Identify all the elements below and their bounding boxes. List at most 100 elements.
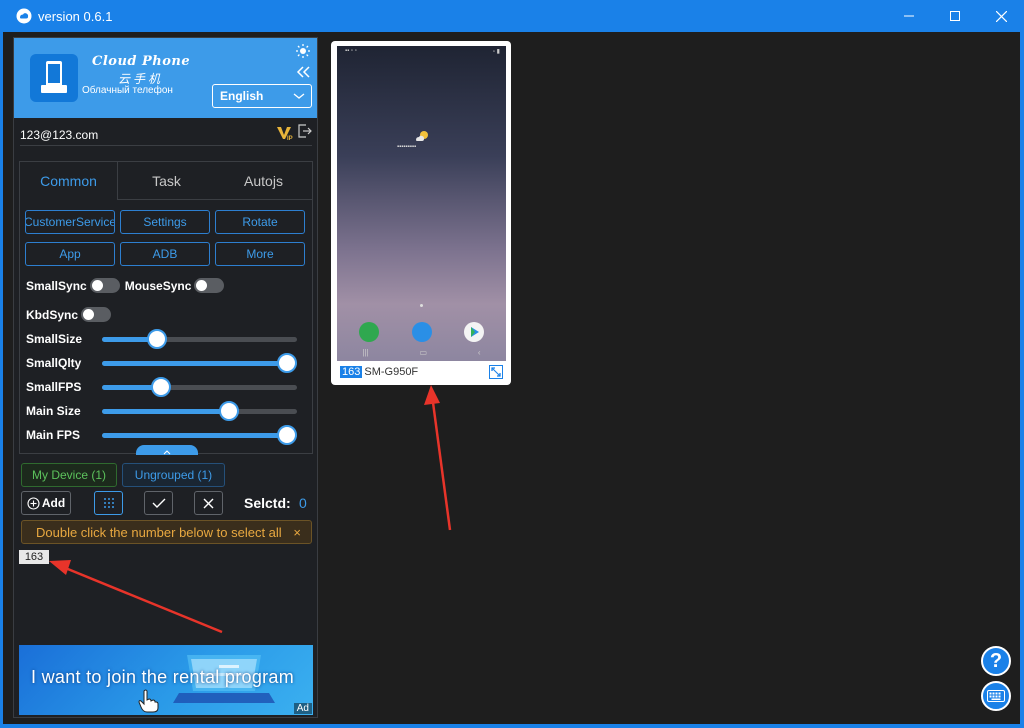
kbd-sync-label: KbdSync	[26, 307, 79, 322]
x-icon	[203, 498, 214, 508]
tab-common[interactable]: Common	[20, 162, 118, 200]
home-icon[interactable]: ▭	[420, 348, 428, 357]
slider-row: Main FPS	[26, 424, 308, 445]
brand-header: Cloud Phone 云手机 Облачный телефон English	[14, 38, 317, 118]
kbd-sync-toggle[interactable]	[81, 307, 112, 322]
messages-app-icon[interactable]	[412, 322, 432, 342]
select-all-button[interactable]	[144, 491, 173, 515]
small-sync-label: SmallSync	[26, 278, 87, 293]
slider-row: SmallFPS	[26, 376, 308, 397]
selected-count: 0	[299, 495, 307, 511]
sync-toggles-row: SmallSync MouseSync	[26, 278, 229, 293]
app-button[interactable]: App	[25, 242, 115, 266]
kbd-sync-row: KbdSync	[26, 307, 116, 322]
slider-track[interactable]	[102, 352, 297, 373]
slider-track[interactable]	[102, 400, 297, 421]
keyboard-button[interactable]	[981, 681, 1011, 711]
adb-button[interactable]: ADB	[120, 242, 210, 266]
grid-dots-icon	[103, 498, 114, 508]
android-nav-bar: ||| ▭ ‹	[337, 343, 506, 361]
notice-text: Double click the number below to select …	[36, 524, 282, 540]
group-ungrouped[interactable]: Ungrouped (1)	[122, 463, 225, 487]
slider-label: SmallQlty	[26, 356, 82, 370]
slider-thumb[interactable]	[277, 352, 297, 373]
device-model: SM-G950F	[364, 366, 419, 378]
slider-thumb[interactable]	[146, 328, 167, 349]
rental-ad-banner[interactable]: I want to join the rental program Ad	[19, 645, 313, 715]
device-card-footer: 163 SM-G950F	[340, 366, 418, 378]
add-device-button[interactable]: Add	[21, 491, 71, 515]
device-number-chip[interactable]: 163	[19, 550, 49, 564]
minimize-button[interactable]	[886, 0, 932, 32]
pointer-hand-icon	[138, 689, 159, 713]
vip-icon[interactable]: IP	[276, 125, 294, 141]
mouse-sync-toggle[interactable]	[194, 278, 225, 293]
slider-thumb[interactable]	[277, 424, 297, 445]
tab-autojs[interactable]: Autojs	[215, 162, 312, 200]
play-store-icon[interactable]	[464, 322, 484, 342]
expand-panel-handle[interactable]	[136, 445, 198, 455]
phone-icon	[41, 61, 67, 93]
slider-thumb[interactable]	[218, 400, 239, 421]
device-card[interactable]: ▪▪ ▫ ▫ ▫ ▮ ▪▪▪▪▪▪▪▪▪ ||| ▭ ‹ 163 SM-G950…	[331, 41, 511, 385]
minimize-icon	[904, 15, 914, 17]
customer-service-button[interactable]: CustomerService	[25, 210, 115, 234]
rotate-button[interactable]: Rotate	[215, 210, 305, 234]
question-icon: ?	[989, 649, 1003, 672]
keyboard-icon	[987, 690, 1005, 702]
help-button[interactable]: ?	[981, 646, 1011, 676]
control-panel: Cloud Phone 云手机 Облачный телефон English…	[13, 37, 318, 718]
phone-logo	[30, 54, 78, 102]
window-frame-bottom	[0, 724, 1024, 728]
recents-icon[interactable]: |||	[362, 348, 368, 357]
back-icon[interactable]: ‹	[478, 348, 481, 357]
slider-thumb[interactable]	[150, 376, 171, 397]
slider-label: SmallFPS	[26, 380, 82, 394]
status-battery-icon: ▫ ▮	[492, 49, 500, 55]
check-icon	[152, 498, 165, 508]
brand-name-en: Cloud Phone	[92, 54, 191, 69]
slider-track[interactable]	[102, 376, 297, 397]
group-my-device[interactable]: My Device (1)	[21, 463, 117, 487]
notice-close-icon[interactable]: ×	[293, 525, 301, 540]
weather-icon	[416, 131, 428, 141]
close-icon	[995, 10, 1007, 22]
theme-sun-icon[interactable]	[296, 44, 310, 58]
svg-text:IP: IP	[287, 136, 293, 141]
maximize-icon	[950, 11, 960, 21]
tab-task[interactable]: Task	[118, 162, 215, 200]
collapse-panel-icon[interactable]	[296, 66, 310, 78]
device-card-number[interactable]: 163	[340, 366, 363, 378]
deselect-button[interactable]	[194, 491, 223, 515]
grid-view-button[interactable]	[94, 491, 123, 515]
slider-track[interactable]	[102, 328, 297, 349]
page-indicator	[420, 304, 423, 307]
slider-fill	[102, 360, 297, 366]
logout-icon[interactable]	[298, 124, 312, 138]
weather-widget-text: ▪▪▪▪▪▪▪▪▪	[397, 144, 417, 150]
maximize-button[interactable]	[932, 0, 978, 32]
device-screen[interactable]: ▪▪ ▫ ▫ ▫ ▮ ▪▪▪▪▪▪▪▪▪ ||| ▭ ‹	[337, 46, 506, 361]
slider-row: SmallQlty	[26, 352, 308, 373]
slider-fill	[102, 432, 297, 438]
more-button[interactable]: More	[215, 242, 305, 266]
mouse-sync-label: MouseSync	[124, 278, 192, 293]
action-buttons: CustomerService Settings Rotate App ADB …	[25, 210, 307, 266]
select-all-notice: Double click the number below to select …	[21, 520, 312, 544]
add-label: Add	[41, 496, 66, 510]
language-select[interactable]: English	[212, 84, 312, 108]
status-time-icon: ▪▪ ▫ ▫	[345, 48, 357, 54]
slider-track[interactable]	[102, 424, 297, 445]
feature-tabs-panel: Common Task Autojs CustomerService Setti…	[19, 161, 313, 455]
settings-button[interactable]: Settings	[120, 210, 210, 234]
language-selected: English	[220, 89, 264, 103]
phone-app-icon[interactable]	[359, 322, 379, 342]
window-frame-right	[1020, 32, 1024, 728]
fullscreen-icon[interactable]	[489, 365, 503, 379]
annotation-arrow-card	[424, 385, 452, 531]
banner-text: I want to join the rental program	[31, 667, 295, 687]
small-sync-toggle[interactable]	[89, 278, 120, 293]
close-button[interactable]	[978, 0, 1024, 32]
window-frame-left	[0, 32, 3, 728]
selected-label: Selctd:	[244, 495, 291, 511]
